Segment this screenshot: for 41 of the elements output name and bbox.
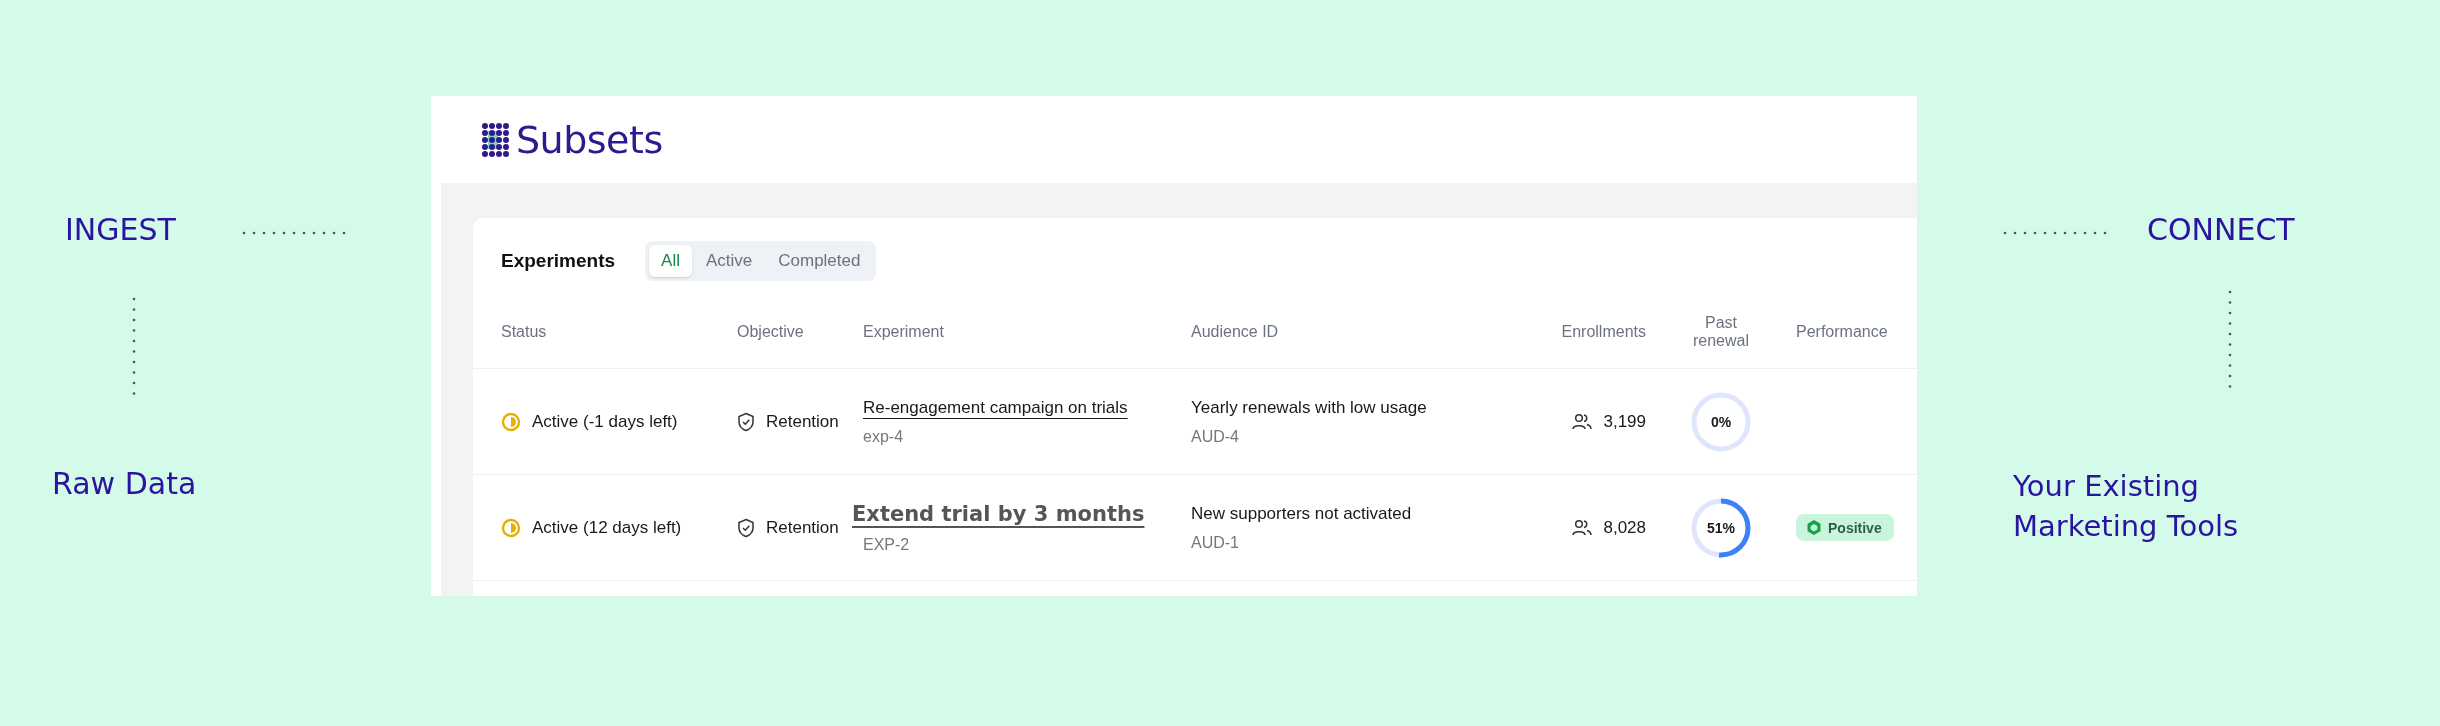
column-header: Audience ID — [1191, 323, 1280, 341]
brand-name: Subsets — [516, 117, 663, 162]
shield-check-icon — [737, 517, 755, 538]
experiment-id: exp-4 — [863, 427, 904, 446]
enrollment-count: 3,199 — [1603, 411, 1646, 432]
renewal-percent: 51% — [1707, 519, 1735, 536]
column-header: Past renewal — [1692, 314, 1750, 350]
column-header: Objective — [737, 323, 805, 341]
experiment-id: EXP-2 — [863, 535, 910, 554]
users-icon — [1572, 412, 1593, 431]
status-text: Active (12 days left) — [532, 517, 682, 538]
connect-label: CONNECT — [2147, 212, 2295, 247]
column-header: Status — [501, 323, 548, 341]
experiment-link[interactable]: Re-engagement campaign on trials — [863, 397, 1128, 418]
ingest-label: INGEST — [65, 212, 176, 247]
users-icon — [1572, 518, 1593, 537]
filter-tab[interactable]: Completed — [766, 245, 873, 277]
column-header: Experiment — [863, 323, 945, 341]
filter-tab[interactable]: Active — [693, 245, 765, 277]
column-header: Performance — [1796, 323, 1889, 341]
shield-check-icon — [737, 411, 755, 432]
performance-badge: Positive — [1796, 514, 1894, 541]
status-text: Active (-1 days left) — [532, 411, 678, 432]
enrollment-count: 8,028 — [1603, 517, 1646, 538]
filter-tab[interactable]: All — [649, 245, 692, 277]
audience-id: AUD-4 — [1191, 427, 1239, 446]
audience-name: Yearly renewals with low usage — [1191, 397, 1428, 418]
section-title: Experiments — [501, 250, 616, 272]
raw-data-label: Raw Data — [52, 466, 197, 501]
audience-id: AUD-1 — [1191, 533, 1239, 552]
marketing-tools-label: Your Existing Marketing Tools — [2013, 468, 2240, 545]
objective-text: Retention — [766, 411, 839, 432]
experiment-link[interactable]: Extend trial by 3 months — [852, 501, 1145, 526]
audience-name: New supporters not activated — [1191, 503, 1413, 524]
objective-text: Retention — [766, 517, 839, 538]
column-header: Enrollments — [1560, 323, 1646, 341]
status-icon — [501, 517, 521, 538]
hexagon-icon — [1806, 519, 1822, 536]
status-icon — [501, 411, 521, 432]
renewal-percent: 0% — [1710, 413, 1732, 430]
logo-icon — [482, 122, 510, 157]
